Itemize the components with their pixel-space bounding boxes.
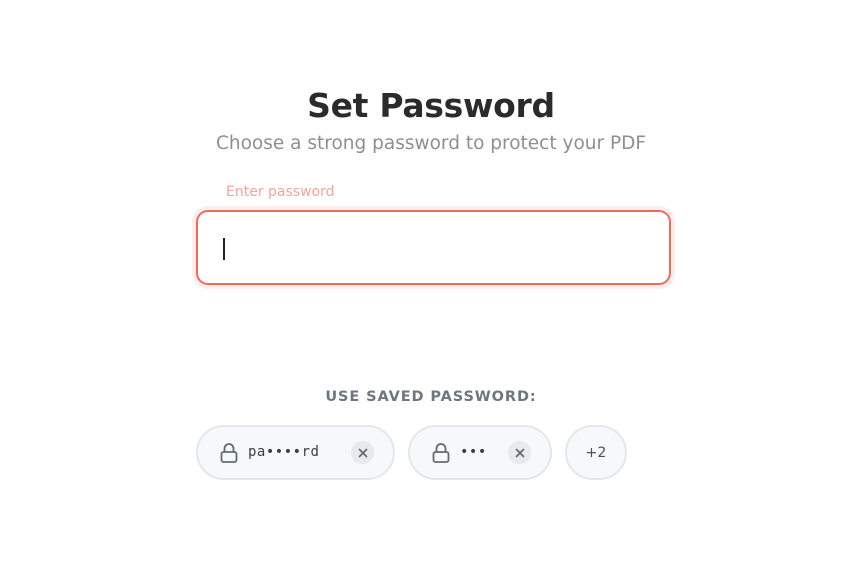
saved-password-chip[interactable]: ••• (408, 425, 552, 480)
saved-password-chip[interactable]: pa••••rd (196, 425, 395, 480)
page-subtitle: Choose a strong password to protect your… (215, 133, 647, 154)
close-icon (515, 448, 524, 457)
lock-icon (432, 442, 450, 464)
text-caret (223, 238, 225, 260)
remove-saved-password-button[interactable] (508, 441, 531, 464)
saved-password-masked: ••• (460, 444, 487, 460)
password-input[interactable] (222, 236, 642, 262)
saved-password-heading: USE SAVED PASSWORD: (325, 389, 537, 405)
lock-icon (220, 442, 238, 464)
more-saved-passwords-button[interactable]: +2 (565, 425, 627, 480)
page-title: Set Password (307, 86, 555, 125)
more-count-label: +2 (585, 445, 607, 461)
password-input-wrapper[interactable] (196, 210, 671, 285)
remove-saved-password-button[interactable] (351, 441, 374, 464)
password-field-label: Enter password (226, 184, 335, 200)
set-password-page: Set Password Choose a strong password to… (0, 0, 862, 582)
close-icon (358, 448, 367, 457)
saved-password-masked: pa••••rd (248, 444, 320, 460)
